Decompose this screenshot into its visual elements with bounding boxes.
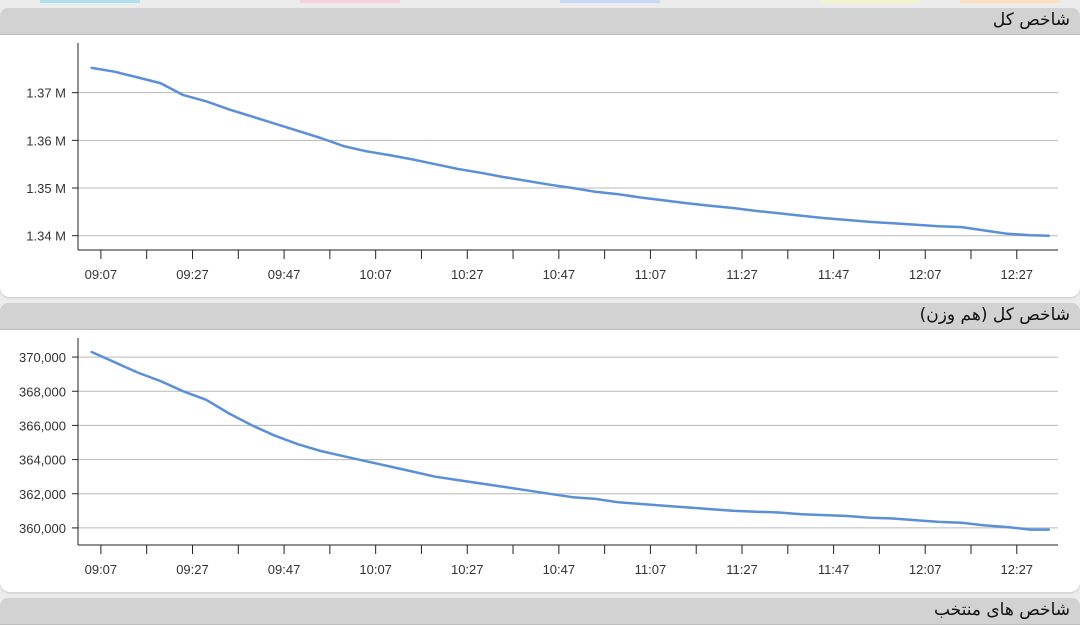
y-tick-label: 362,000 <box>19 487 66 502</box>
series-line[interactable] <box>90 350 1051 531</box>
x-tick-label: 09:27 <box>176 267 209 282</box>
panel-body-total-index: 1.34 M 1.35 M 1.36 M 1.37 M 09:07 09:27 09:47 1… <box>0 35 1080 297</box>
y-tick-label: 368,000 <box>19 384 66 399</box>
chart-total-index: 1.34 M 1.35 M 1.36 M 1.37 M 09:07 09:27 09:47 1… <box>26 43 1058 282</box>
top-tab-strip <box>0 0 1080 4</box>
x-tick-label: 11:27 <box>726 267 758 282</box>
y-tick-label: 370,000 <box>19 350 66 365</box>
x-tick-label: 12:27 <box>1001 267 1034 282</box>
x-tick-label: 10:27 <box>451 267 484 282</box>
x-tick-label: 09:07 <box>85 267 118 282</box>
panel-title: شاخص کل (هم وزن) <box>919 305 1070 325</box>
top-tab-2[interactable] <box>300 0 400 3</box>
x-tick-label: 09:47 <box>268 562 301 577</box>
top-tab-5[interactable] <box>960 0 1060 3</box>
panel-header-equal-weight-index[interactable]: شاخص کل (هم وزن) <box>0 303 1080 330</box>
y-tick-label: 360,000 <box>19 521 66 536</box>
x-tick-label: 12:07 <box>909 267 942 282</box>
x-tick-label: 09:27 <box>176 562 209 577</box>
panel-header-total-index[interactable]: شاخص کل <box>0 8 1080 35</box>
y-tick-label: 1.36 M <box>26 133 66 148</box>
x-tick-label: 11:47 <box>818 267 850 282</box>
x-tick-label: 12:07 <box>909 562 942 577</box>
top-tab-4[interactable] <box>820 0 920 3</box>
x-tick-label: 10:47 <box>543 267 576 282</box>
x-tick-label: 09:47 <box>268 267 301 282</box>
y-tick-label: 1.34 M <box>26 229 66 244</box>
x-tick-label: 12:27 <box>1001 562 1034 577</box>
x-tick-label: 11:47 <box>818 562 850 577</box>
x-tick-label: 10:07 <box>359 562 392 577</box>
y-tick-label: 1.37 M <box>26 86 66 101</box>
x-tick-label: 10:07 <box>359 267 392 282</box>
top-tab-1[interactable] <box>40 0 140 3</box>
panel-header-selected-indices[interactable]: شاخص های منتخب <box>0 598 1080 625</box>
y-tick-label: 364,000 <box>19 453 66 468</box>
y-tick-label: 1.35 M <box>26 181 66 196</box>
x-tick-label: 11:27 <box>726 562 758 577</box>
y-tick-label: 366,000 <box>19 418 66 433</box>
panel-title: شاخص کل <box>992 10 1070 30</box>
x-tick-label: 10:27 <box>451 562 484 577</box>
panel-body-equal-weight-index: 360,000 362,000 364,000 366,000 368,000 370,0… <box>0 330 1080 592</box>
x-tick-label: 09:07 <box>85 562 118 577</box>
x-tick-label: 11:07 <box>635 562 667 577</box>
top-tab-3[interactable] <box>560 0 660 3</box>
x-tick-label: 11:07 <box>635 267 667 282</box>
chart-equal-weight-index: 360,000 362,000 364,000 366,000 368,000 370,0… <box>19 338 1058 577</box>
panel-title: شاخص های منتخب <box>933 600 1070 620</box>
x-tick-label: 10:47 <box>543 562 576 577</box>
